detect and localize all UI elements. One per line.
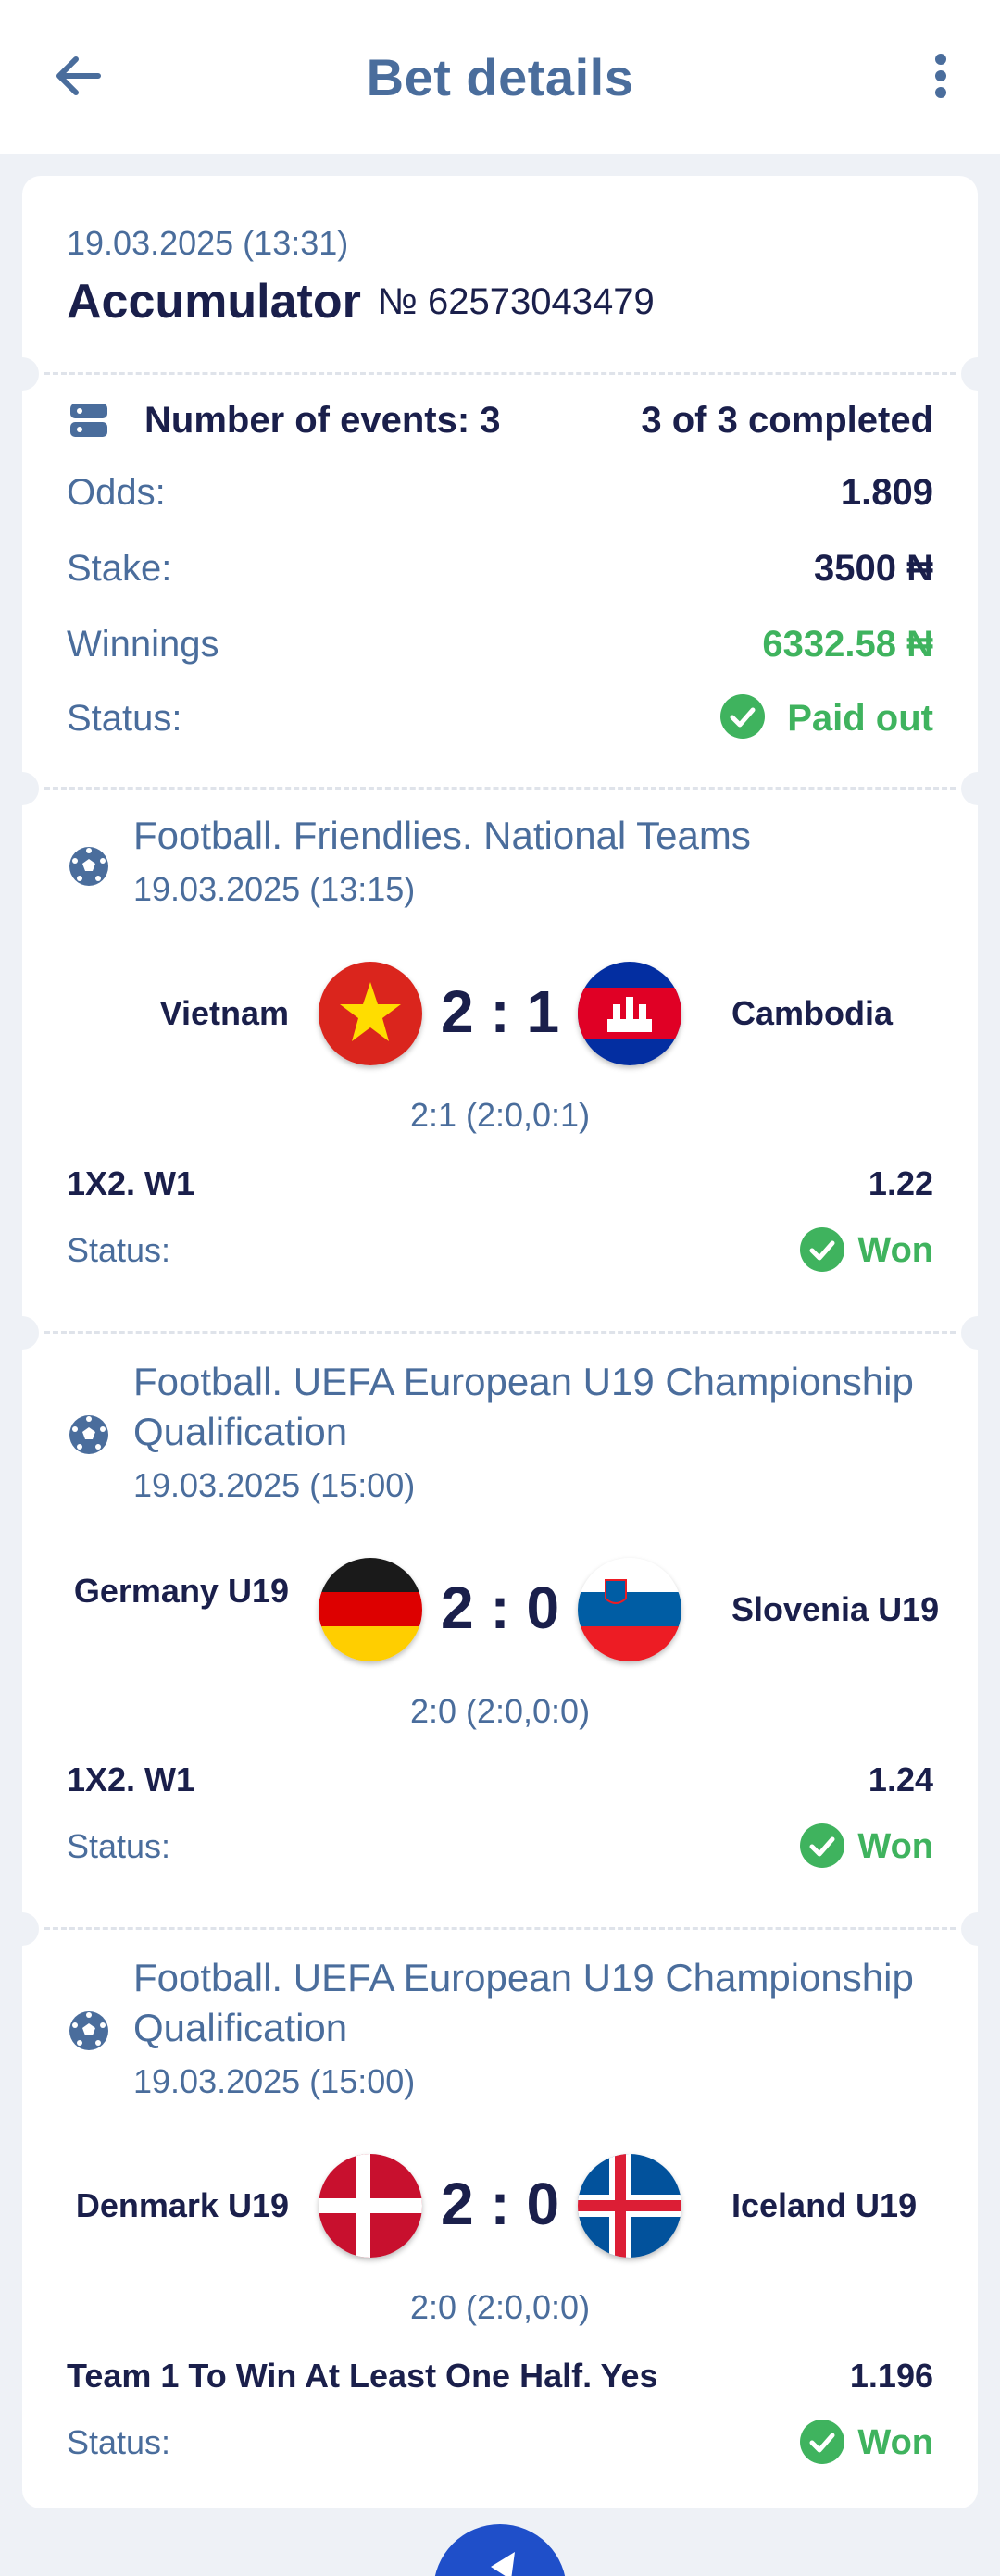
flag-vietnam xyxy=(319,962,422,1065)
team-away: Cambodia xyxy=(731,994,894,1032)
soccer-ball-icon xyxy=(67,1412,111,1457)
team-home: Germany U19 xyxy=(73,1572,289,1610)
flag-germany xyxy=(319,1558,422,1661)
bet-market: 1X2. W1 xyxy=(67,1164,195,1202)
bet-details-card: 19.03.2025 (13:31) Accumulator № 6257304… xyxy=(6,176,994,2508)
match-score: 2 : 1 xyxy=(440,978,560,1045)
event-status-label: Status: xyxy=(67,1231,171,1269)
odds-value: 1.809 xyxy=(840,472,933,513)
bet-market: 1X2. W1 xyxy=(67,1761,195,1798)
ticket-notch xyxy=(961,357,994,391)
team-home: Denmark U19 xyxy=(75,2186,289,2224)
period-score: 2:1 (2:0,0:1) xyxy=(409,1096,591,1134)
floating-action-button[interactable] xyxy=(433,2524,567,2576)
team-away: Slovenia U19 xyxy=(731,1590,940,1628)
stake-value: 3500 ₦ xyxy=(814,548,933,589)
check-circle-icon xyxy=(800,2420,844,2464)
ticket-notch xyxy=(6,772,39,805)
flag-denmark xyxy=(319,2154,422,2258)
ticket-notch xyxy=(6,357,39,391)
event-date: 19.03.2025 (13:15) xyxy=(133,870,416,908)
share-icon xyxy=(491,2552,515,2576)
ticket-notch xyxy=(961,1912,994,1946)
events-list-icon xyxy=(67,398,111,442)
event-status-label: Status: xyxy=(67,2423,171,2461)
check-circle-icon xyxy=(720,694,765,739)
match-score: 2 : 0 xyxy=(440,2171,560,2237)
ticket-notch xyxy=(6,1316,39,1350)
events-completed: 3 of 3 completed xyxy=(641,400,933,441)
flag-slovenia xyxy=(578,1558,681,1661)
event-status: Won xyxy=(857,2423,933,2462)
check-circle-icon xyxy=(800,1227,844,1272)
soccer-ball-icon xyxy=(67,844,111,889)
period-score: 2:0 (2:0,0:0) xyxy=(409,2288,591,2326)
winnings-label: Winnings xyxy=(67,624,219,665)
event-status: Won xyxy=(857,1827,933,1866)
event-status: Won xyxy=(857,1231,933,1270)
ticket-notch xyxy=(961,772,994,805)
team-away: Iceland U19 xyxy=(731,2186,918,2224)
divider xyxy=(44,372,956,375)
match-score: 2 : 0 xyxy=(440,1574,560,1641)
ticket-notch xyxy=(6,1912,39,1946)
event-tournament: Football. UEFA European U19 Championship… xyxy=(133,1360,914,1453)
flag-cambodia xyxy=(578,962,681,1065)
flag-iceland xyxy=(578,2154,681,2258)
ticket-notch xyxy=(961,1316,994,1350)
stake-label: Stake: xyxy=(67,548,172,589)
event-date: 19.03.2025 (15:00) xyxy=(133,2062,416,2100)
page-title: Bet details xyxy=(366,48,634,106)
soccer-ball-icon xyxy=(67,2009,111,2053)
status-label: Status: xyxy=(67,698,182,739)
event-tournament: Football. UEFA European U19 Championship… xyxy=(133,1956,914,2049)
event-odd: 1.196 xyxy=(849,2357,933,2395)
bet-date: 19.03.2025 (13:31) xyxy=(67,224,349,262)
event-tournament: Football. Friendlies. National Teams xyxy=(133,814,751,857)
event-odd: 1.22 xyxy=(868,1164,933,1202)
more-vertical-icon[interactable] xyxy=(922,46,959,106)
divider xyxy=(44,1331,956,1334)
bet-market: Team 1 To Win At Least One Half. Yes xyxy=(67,2357,658,2395)
event-status-label: Status: xyxy=(67,1827,171,1865)
period-score: 2:0 (2:0,0:0) xyxy=(409,1692,591,1730)
events-count: Number of events: 3 xyxy=(144,400,501,441)
event-date: 19.03.2025 (15:00) xyxy=(133,1466,416,1504)
divider xyxy=(44,1927,956,1930)
bet-type: Accumulator xyxy=(67,275,361,329)
divider xyxy=(44,787,956,790)
top-app-bar: Bet details xyxy=(0,0,1000,154)
event-odd: 1.24 xyxy=(868,1761,933,1798)
team-home: Vietnam xyxy=(159,994,289,1032)
status-value: Paid out xyxy=(787,698,933,739)
winnings-value: 6332.58 ₦ xyxy=(762,624,933,665)
bet-number: № 62573043479 xyxy=(378,281,655,322)
check-circle-icon xyxy=(800,1823,844,1868)
odds-label: Odds: xyxy=(67,472,166,513)
